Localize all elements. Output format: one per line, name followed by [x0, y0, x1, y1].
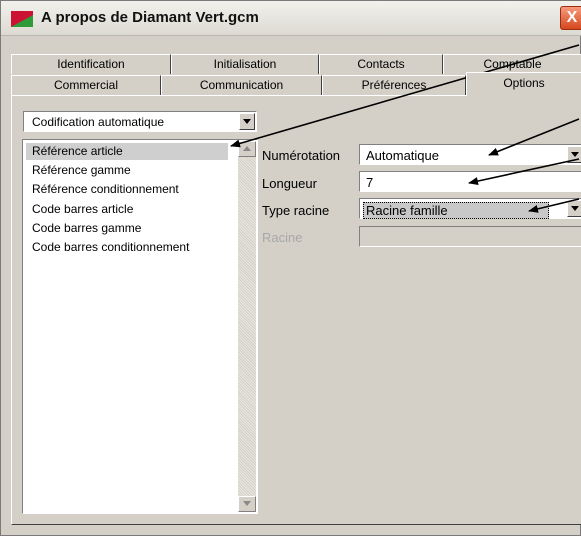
- title-bar[interactable]: A propos de Diamant Vert.gcm X: [1, 1, 581, 36]
- longueur-value: 7: [366, 175, 374, 190]
- list-item[interactable]: Code barres gamme: [26, 220, 228, 237]
- tab-identification[interactable]: Identification: [11, 54, 171, 74]
- category-select-value: Codification automatique: [32, 115, 165, 129]
- category-select-dropdown-button[interactable]: [239, 113, 255, 130]
- type-racine-label: Type racine: [262, 203, 330, 218]
- list-item[interactable]: Référence article: [26, 143, 228, 160]
- list-scrollbar[interactable]: [238, 141, 256, 512]
- longueur-input[interactable]: 7: [359, 171, 581, 192]
- numerotation-label: Numérotation: [262, 148, 341, 163]
- scroll-down-button[interactable]: [238, 496, 256, 512]
- code-type-list[interactable]: Référence article Référence gamme Référe…: [22, 139, 258, 514]
- dropdown-arrow-icon: [571, 152, 579, 157]
- tab-communication[interactable]: Communication: [161, 75, 322, 95]
- list-item[interactable]: Code barres conditionnement: [26, 239, 228, 256]
- numerotation-select[interactable]: Automatique: [359, 144, 581, 165]
- type-racine-dropdown-button[interactable]: [567, 200, 581, 217]
- close-icon: X: [566, 9, 578, 26]
- tab-contacts[interactable]: Contacts: [319, 54, 443, 74]
- app-icon: [11, 11, 33, 27]
- dropdown-arrow-icon: [243, 119, 251, 124]
- list-item[interactable]: Référence conditionnement: [26, 181, 228, 198]
- type-racine-value: Racine famille: [363, 202, 549, 219]
- tab-preferences[interactable]: Préférences: [322, 75, 466, 95]
- list-item[interactable]: Code barres article: [26, 201, 228, 218]
- close-button[interactable]: X: [560, 6, 581, 30]
- scroll-up-arrow-icon: [243, 146, 251, 151]
- about-dialog-window: A propos de Diamant Vert.gcm X Identific…: [0, 0, 581, 536]
- numerotation-dropdown-button[interactable]: [567, 146, 581, 163]
- type-racine-select[interactable]: Racine famille: [359, 198, 581, 219]
- dropdown-arrow-icon: [571, 206, 579, 211]
- racine-input: [359, 226, 581, 247]
- tab-initialisation[interactable]: Initialisation: [171, 54, 319, 74]
- tab-commercial[interactable]: Commercial: [11, 75, 161, 95]
- category-select[interactable]: Codification automatique: [23, 111, 257, 132]
- longueur-label: Longueur: [262, 176, 317, 191]
- scroll-down-arrow-icon: [243, 501, 251, 506]
- racine-label: Racine: [262, 230, 303, 245]
- list-item[interactable]: Référence gamme: [26, 162, 228, 179]
- window-title: A propos de Diamant Vert.gcm: [41, 9, 259, 26]
- numerotation-value: Automatique: [366, 148, 439, 163]
- scroll-up-button[interactable]: [238, 141, 256, 157]
- tab-options[interactable]: Options: [466, 72, 581, 96]
- tab-comptable[interactable]: Comptable: [443, 54, 581, 74]
